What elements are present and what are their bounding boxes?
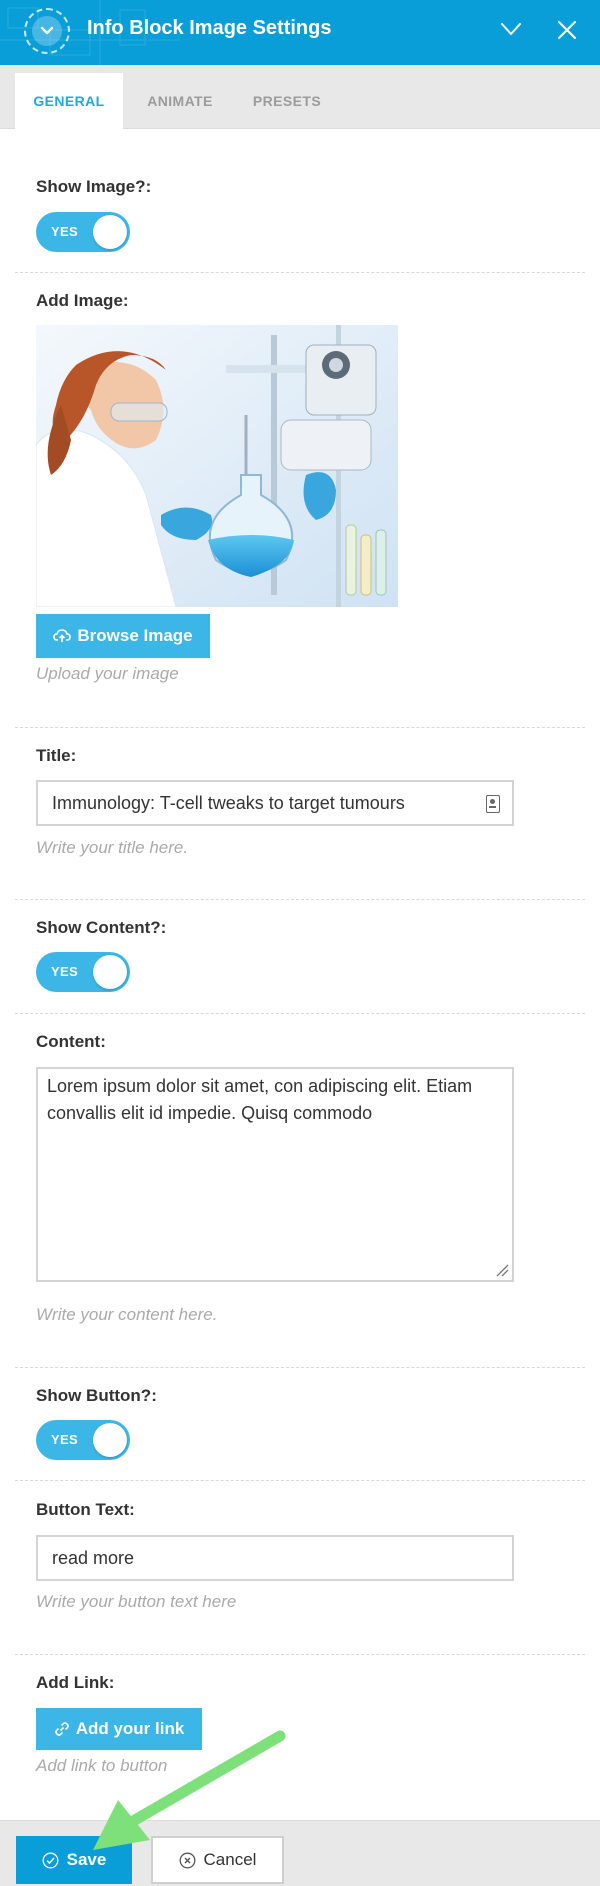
toggle-state-text: YES [51, 1432, 78, 1447]
show-image-label: Show Image?: [36, 177, 152, 196]
image-preview [36, 325, 398, 607]
check-circle-icon [42, 1852, 59, 1868]
add-link-button[interactable]: Add your link [36, 1708, 202, 1750]
tab-bar: GENERAL ANIMATE PRESETS [0, 65, 600, 129]
toggle-knob [93, 955, 127, 989]
section-divider [15, 1013, 585, 1014]
title-help: Write your title here. [36, 838, 189, 857]
section-divider [15, 1654, 585, 1655]
section-divider [15, 899, 585, 900]
content-label: Content: [36, 1032, 106, 1051]
content-textarea-value: Lorem ipsum dolor sit amet, con adipisci… [47, 1076, 473, 1123]
collapse-button[interactable] [24, 8, 70, 54]
title-input[interactable]: Immunology: T-cell tweaks to target tumo… [36, 780, 514, 826]
browse-image-label: Browse Image [77, 626, 193, 645]
title-label: Title: [36, 746, 77, 765]
link-icon [54, 1722, 69, 1736]
show-content-label: Show Content?: [36, 918, 167, 937]
button-text-label: Button Text: [36, 1500, 135, 1519]
add-link-label: Add Link: [36, 1673, 115, 1692]
section-divider [15, 272, 585, 273]
button-text-input[interactable]: read more [36, 1535, 514, 1581]
show-button-toggle[interactable]: YES [36, 1420, 130, 1460]
toggle-knob [93, 215, 127, 249]
show-button-label: Show Button?: [36, 1386, 157, 1405]
cloud-upload-icon [53, 629, 72, 642]
button-text-input-value: read more [52, 1547, 135, 1568]
tab-presets[interactable]: PRESETS [236, 73, 338, 129]
lab-scientist-image [36, 325, 398, 607]
tab-general[interactable]: GENERAL [15, 73, 123, 129]
show-image-toggle[interactable]: YES [36, 212, 130, 252]
show-content-toggle[interactable]: YES [36, 952, 130, 992]
save-button-label: Save [66, 1850, 107, 1869]
dynamic-field-icon[interactable] [486, 795, 500, 813]
save-button[interactable]: Save [16, 1836, 132, 1884]
apply-button[interactable] [495, 14, 527, 46]
toggle-knob [93, 1423, 127, 1457]
chevron-down-icon [40, 26, 54, 35]
content-help: Write your content here. [36, 1305, 218, 1324]
browse-image-button[interactable]: Browse Image [36, 614, 210, 658]
section-divider [15, 727, 585, 728]
section-divider [15, 1367, 585, 1368]
button-text-help: Write your button text here [36, 1592, 237, 1611]
cancel-button-label: Cancel [203, 1850, 257, 1869]
add-link-help: Add link to button [36, 1756, 168, 1775]
close-button[interactable] [551, 14, 583, 46]
resize-handle-icon[interactable] [495, 1263, 509, 1277]
settings-header: Info Block Image Settings [0, 0, 600, 65]
cancel-button[interactable]: Cancel [151, 1836, 284, 1884]
toggle-state-text: YES [51, 224, 78, 239]
close-icon [558, 21, 576, 39]
add-image-label: Add Image: [36, 291, 129, 310]
cancel-circle-icon [179, 1852, 195, 1868]
add-image-help: Upload your image [36, 664, 179, 683]
tab-animate[interactable]: ANIMATE [126, 73, 234, 129]
toggle-state-text: YES [51, 964, 78, 979]
title-input-value: Immunology: T-cell tweaks to target tumo… [52, 792, 405, 813]
content-textarea[interactable]: Lorem ipsum dolor sit amet, con adipisci… [36, 1067, 514, 1282]
check-icon [501, 23, 521, 35]
add-link-button-label: Add your link [75, 1719, 185, 1738]
section-divider [15, 1480, 585, 1481]
panel-title: Info Block Image Settings [87, 17, 332, 39]
